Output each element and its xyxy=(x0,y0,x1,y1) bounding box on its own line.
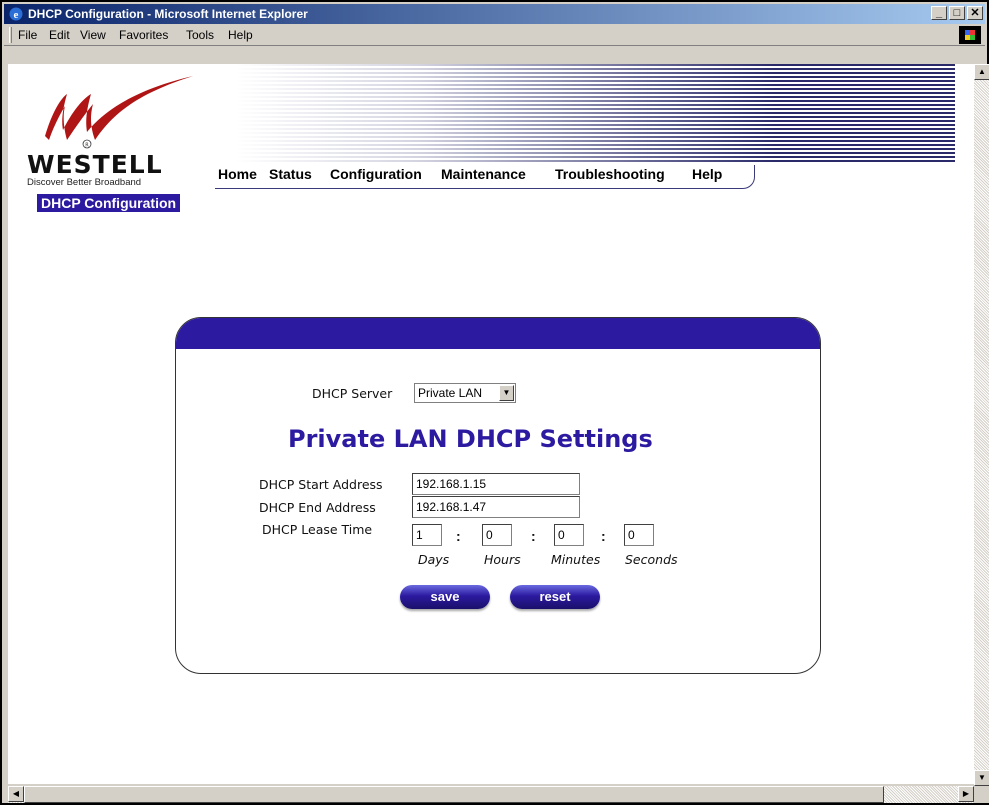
horizontal-scroll-thumb[interactable] xyxy=(24,786,884,803)
time-separator: : xyxy=(456,528,461,544)
menu-bar: File Edit View Favorites Tools Help xyxy=(4,24,985,46)
scroll-up-icon[interactable]: ▲ xyxy=(974,64,989,80)
westell-w-logo-icon: R xyxy=(45,76,193,149)
nav-status[interactable]: Status xyxy=(269,166,312,182)
menu-tools[interactable]: Tools xyxy=(186,28,214,42)
header-stripes xyxy=(235,64,955,162)
reset-button[interactable]: reset xyxy=(510,585,600,609)
westell-logo: R WESTELL Discover Better Broadband xyxy=(23,74,193,189)
horizontal-scrollbar[interactable]: ◀ ▶ xyxy=(8,786,974,803)
lease-days-input[interactable]: 1 xyxy=(412,524,442,546)
main-nav: Home Status Configuration Maintenance Tr… xyxy=(215,165,755,189)
time-separator: : xyxy=(601,528,606,544)
scroll-corner xyxy=(974,786,989,803)
svg-text:e: e xyxy=(14,9,19,21)
dhcp-server-value: Private LAN xyxy=(418,386,483,400)
nav-troubleshooting[interactable]: Troubleshooting xyxy=(555,166,665,182)
nav-maintenance[interactable]: Maintenance xyxy=(441,166,526,182)
save-button[interactable]: save xyxy=(400,585,490,609)
hours-unit-label: Hours xyxy=(484,552,521,567)
internet-explorer-icon: e xyxy=(9,7,23,21)
time-separator: : xyxy=(531,528,536,544)
menu-edit[interactable]: Edit xyxy=(49,28,70,42)
lease-time-label: DHCP Lease Time xyxy=(262,522,373,537)
brand-wordmark: WESTELL xyxy=(27,150,163,179)
dhcp-settings-panel: DHCP Server Private LAN ▼ Private LAN DH… xyxy=(175,317,821,674)
window-title: DHCP Configuration - Microsoft Internet … xyxy=(28,7,308,21)
chevron-down-icon[interactable]: ▼ xyxy=(499,385,514,401)
nav-home[interactable]: Home xyxy=(218,166,257,182)
menu-view[interactable]: View xyxy=(80,28,106,42)
start-address-input[interactable]: 192.168.1.15 xyxy=(412,473,580,495)
page-title: DHCP Configuration xyxy=(37,194,181,212)
lease-hours-input[interactable]: 0 xyxy=(482,524,512,546)
nav-help[interactable]: Help xyxy=(692,166,722,182)
menu-file[interactable]: File xyxy=(18,28,37,42)
maximize-button[interactable]: □ xyxy=(949,6,965,20)
days-unit-label: Days xyxy=(418,552,450,567)
nav-configuration[interactable]: Configuration xyxy=(330,166,422,182)
dhcp-server-label: DHCP Server xyxy=(312,386,393,401)
dhcp-server-select[interactable]: Private LAN ▼ xyxy=(414,383,516,403)
windows-logo-throbber xyxy=(959,26,981,44)
lease-seconds-input[interactable]: 0 xyxy=(624,524,654,546)
minimize-button[interactable]: _ xyxy=(931,6,947,20)
end-address-input[interactable]: 192.168.1.47 xyxy=(412,496,580,518)
scroll-down-icon[interactable]: ▼ xyxy=(974,770,989,786)
browser-window: e DHCP Configuration - Microsoft Interne… xyxy=(0,0,989,805)
windows-flag-icon xyxy=(965,30,975,40)
title-bar: e DHCP Configuration - Microsoft Interne… xyxy=(4,4,985,24)
minutes-unit-label: Minutes xyxy=(551,552,601,567)
menu-favorites[interactable]: Favorites xyxy=(119,28,168,42)
scroll-left-icon[interactable]: ◀ xyxy=(8,786,24,802)
close-button[interactable]: ✕ xyxy=(967,6,983,20)
menubar-grip xyxy=(9,27,12,43)
start-address-label: DHCP Start Address xyxy=(259,477,383,492)
svg-text:R: R xyxy=(85,143,89,149)
scroll-right-icon[interactable]: ▶ xyxy=(958,786,974,802)
page-viewport: R WESTELL Discover Better Broadband Home… xyxy=(8,64,974,784)
settings-heading: Private LAN DHCP Settings xyxy=(288,425,653,453)
seconds-unit-label: Seconds xyxy=(625,552,678,567)
menu-help[interactable]: Help xyxy=(228,28,253,42)
panel-header-bar xyxy=(176,318,820,349)
lease-minutes-input[interactable]: 0 xyxy=(554,524,584,546)
vertical-scrollbar[interactable]: ▲ ▼ xyxy=(974,64,989,786)
end-address-label: DHCP End Address xyxy=(259,500,376,515)
brand-tagline: Discover Better Broadband xyxy=(27,177,142,188)
